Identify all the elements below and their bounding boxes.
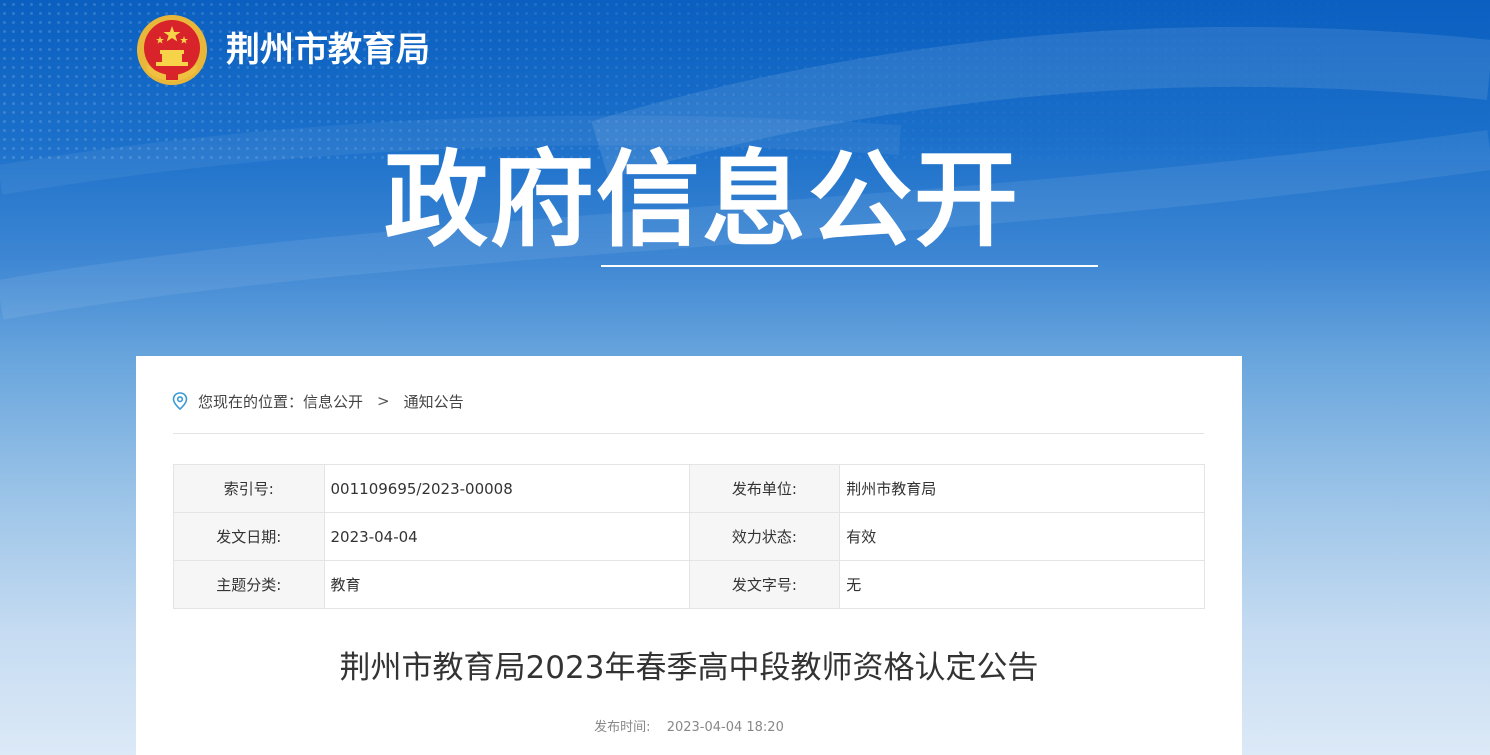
meta-label-doc-number: 发文字号:	[688, 560, 841, 609]
publish-time-label: 发布时间:	[594, 720, 651, 735]
meta-value-issue-date: 2023-04-04	[323, 512, 690, 561]
content-card: 您现在的位置： 信息公开 > 通知公告 索引号: 001109695/2023-…	[136, 356, 1242, 755]
breadcrumb: 您现在的位置： 信息公开 > 通知公告	[172, 390, 464, 412]
breadcrumb-item-notices[interactable]: 通知公告	[404, 391, 464, 412]
breadcrumb-separator: >	[377, 392, 390, 410]
table-row: 主题分类: 教育 发文字号: 无	[173, 560, 1205, 609]
meta-value-index: 001109695/2023-00008	[323, 464, 690, 513]
meta-value-category: 教育	[323, 560, 690, 609]
table-row: 发文日期: 2023-04-04 效力状态: 有效	[173, 512, 1205, 561]
site-title[interactable]: 荆州市教育局	[226, 28, 430, 72]
meta-value-publisher: 荆州市教育局	[839, 464, 1205, 513]
document-meta-table: 索引号: 001109695/2023-00008 发布单位: 荆州市教育局 发…	[173, 464, 1205, 609]
banner-title: 政府信息公开	[384, 139, 1021, 261]
meta-label-index: 索引号:	[173, 464, 325, 513]
breadcrumb-prefix: 您现在的位置：	[198, 392, 304, 411]
breadcrumb-item-info-disclosure[interactable]: 信息公开	[303, 391, 363, 412]
meta-label-category: 主题分类:	[173, 560, 325, 609]
meta-value-validity: 有效	[839, 512, 1205, 561]
publish-time-value: 2023-04-04 18:20	[666, 720, 784, 735]
divider	[173, 433, 1204, 434]
page: 荆州市教育局 政府信息公开 您现在的位置： 信息公开 > 通知公告 索引号: 0…	[0, 0, 1490, 755]
meta-label-issue-date: 发文日期:	[173, 512, 325, 561]
meta-value-doc-number: 无	[839, 560, 1205, 609]
national-emblem-icon	[137, 15, 207, 85]
banner-underline	[601, 265, 1098, 267]
meta-label-validity: 效力状态:	[688, 512, 841, 561]
meta-label-publisher: 发布单位:	[688, 464, 841, 513]
location-pin-icon	[172, 392, 188, 410]
table-row: 索引号: 001109695/2023-00008 发布单位: 荆州市教育局	[173, 464, 1205, 513]
publish-info: 发布时间: 2023-04-04 18:20	[136, 716, 1242, 735]
article-title: 荆州市教育局2023年春季高中段教师资格认定公告	[339, 650, 1039, 686]
